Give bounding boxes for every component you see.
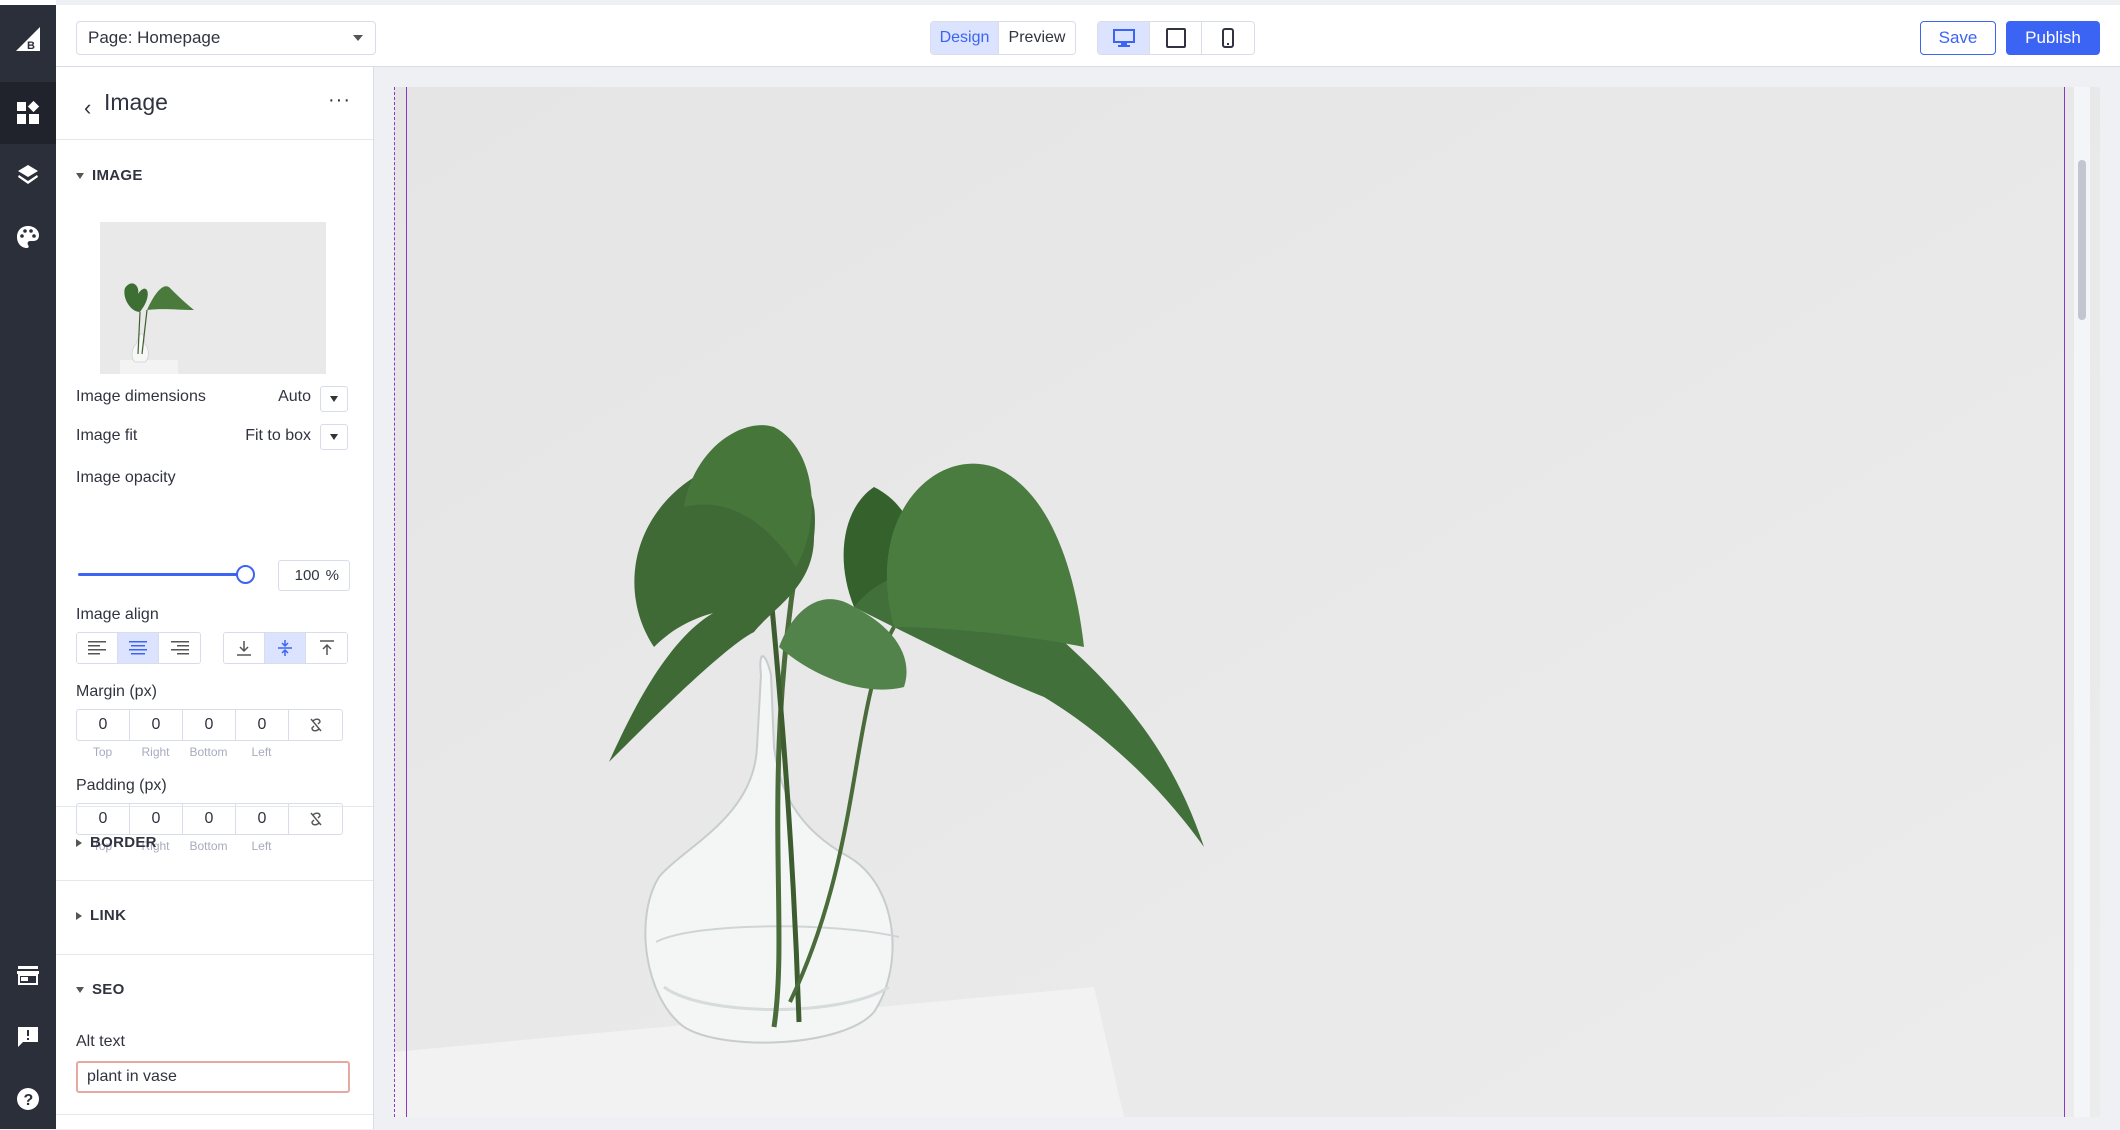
image-fit-label: Image fit — [76, 427, 138, 444]
align-center-icon[interactable] — [118, 633, 159, 663]
opacity-unit: % — [325, 567, 339, 584]
bigcommerce-logo-icon[interactable]: B — [10, 23, 46, 59]
margin-inputs: 0 0 0 0 — [76, 709, 343, 741]
caret-down-icon — [76, 172, 84, 179]
margin-top-input[interactable]: 0 — [77, 710, 130, 740]
canvas-guide-left — [394, 87, 395, 1117]
padding-left-input[interactable]: 0 — [236, 804, 289, 834]
desktop-icon[interactable] — [1098, 22, 1150, 54]
side-label-left: Left — [251, 745, 272, 759]
image-opacity-label: Image opacity — [76, 469, 176, 486]
image-dimensions-label: Image dimensions — [76, 388, 206, 405]
align-right-icon[interactable] — [159, 633, 200, 663]
margin-right-input[interactable]: 0 — [130, 710, 183, 740]
image-section-toggle[interactable]: IMAGE — [76, 167, 143, 184]
caret-down-icon — [330, 434, 338, 440]
chevron-left-icon[interactable]: ‹ — [84, 95, 91, 121]
more-options-icon[interactable]: ··· — [328, 89, 351, 112]
design-mode-button[interactable]: Design — [931, 22, 999, 54]
layers-icon[interactable] — [0, 144, 56, 206]
section-divider — [56, 1114, 373, 1115]
alt-text-label: Alt text — [76, 1033, 125, 1050]
device-toggle — [1097, 21, 1255, 55]
panel-header: ‹ Image ··· — [56, 67, 373, 140]
unlink-icon[interactable] — [289, 710, 342, 740]
caret-down-icon — [76, 986, 84, 993]
opacity-slider-handle[interactable] — [236, 565, 255, 584]
section-divider — [56, 880, 373, 881]
image-widget-preview[interactable] — [394, 87, 2100, 1117]
page-select[interactable]: Page: Homepage — [76, 21, 376, 55]
horizontal-align-group — [76, 632, 201, 664]
page-select-value: Page: Homepage — [88, 28, 221, 47]
link-section-label: LINK — [90, 907, 127, 924]
section-divider — [56, 954, 373, 955]
align-bottom-icon[interactable] — [224, 633, 265, 663]
side-label-right: Right — [141, 745, 170, 759]
section-divider — [56, 806, 373, 807]
border-section-toggle[interactable]: BORDER — [76, 834, 157, 851]
image-fit-dropdown[interactable] — [320, 424, 348, 450]
padding-bottom-input[interactable]: 0 — [183, 804, 236, 834]
caret-right-icon — [76, 838, 82, 847]
align-middle-icon[interactable] — [265, 633, 306, 663]
tablet-icon[interactable] — [1150, 22, 1202, 54]
margin-bottom-input[interactable]: 0 — [183, 710, 236, 740]
chevron-down-icon — [353, 35, 363, 41]
palette-icon[interactable] — [0, 206, 56, 268]
panel-title: Image — [104, 89, 168, 115]
top-toolbar: Page: Homepage Design Preview Save Publi… — [56, 0, 2120, 67]
svg-text:?: ? — [24, 1092, 34, 1109]
unlink-icon[interactable] — [289, 804, 342, 834]
image-fit-value: Fit to box — [245, 427, 311, 444]
canvas-guide-left-inner — [406, 87, 407, 1117]
page-canvas-area — [374, 67, 2120, 1129]
margin-side-labels: Top Right Bottom Left — [76, 745, 288, 759]
align-top-icon[interactable] — [306, 633, 347, 663]
border-section-label: BORDER — [90, 834, 157, 851]
caret-right-icon — [76, 911, 82, 920]
publish-button[interactable]: Publish — [2006, 21, 2100, 55]
margin-label: Margin (px) — [76, 683, 157, 700]
alt-text-input[interactable]: plant in vase — [76, 1061, 350, 1093]
margin-left-input[interactable]: 0 — [236, 710, 289, 740]
settings-panel: ‹ Image ··· IMAGE Image dimensions Auto … — [56, 67, 374, 1129]
help-icon[interactable]: ? — [0, 1068, 56, 1130]
feedback-icon[interactable] — [0, 1006, 56, 1068]
app-rail: B ? — [0, 0, 56, 1129]
padding-right-input[interactable]: 0 — [130, 804, 183, 834]
mobile-icon[interactable] — [1202, 22, 1254, 54]
image-section-label: IMAGE — [92, 167, 143, 184]
side-label-bottom: Bottom — [189, 839, 228, 853]
padding-label: Padding (px) — [76, 777, 167, 794]
image-align-label: Image align — [76, 606, 159, 623]
image-dimensions-value: Auto — [278, 388, 311, 405]
opacity-input[interactable]: 100 % — [278, 560, 350, 591]
padding-inputs: 0 0 0 0 — [76, 803, 343, 835]
mode-toggle: Design Preview — [930, 21, 1076, 55]
seo-section-label: SEO — [92, 981, 125, 998]
padding-top-input[interactable]: 0 — [77, 804, 130, 834]
opacity-value: 100 — [294, 567, 320, 584]
align-left-icon[interactable] — [77, 633, 118, 663]
side-label-bottom: Bottom — [189, 745, 228, 759]
preview-mode-button[interactable]: Preview — [999, 22, 1075, 54]
caret-down-icon — [330, 396, 338, 402]
side-label-left: Left — [251, 839, 272, 853]
widgets-icon[interactable] — [0, 82, 56, 144]
opacity-slider-track[interactable] — [78, 573, 248, 576]
side-label-top: Top — [92, 745, 113, 759]
save-button[interactable]: Save — [1920, 21, 1996, 55]
svg-text:B: B — [27, 40, 35, 52]
vertical-align-group — [223, 632, 348, 664]
seo-section-toggle[interactable]: SEO — [76, 981, 125, 998]
link-section-toggle[interactable]: LINK — [76, 907, 126, 924]
image-dimensions-dropdown[interactable] — [320, 386, 348, 412]
canvas-guide-right-inner — [2064, 87, 2065, 1117]
canvas-scrollbar-thumb[interactable] — [2078, 160, 2086, 320]
image-thumbnail[interactable] — [100, 222, 326, 374]
storefront-icon[interactable] — [0, 944, 56, 1006]
